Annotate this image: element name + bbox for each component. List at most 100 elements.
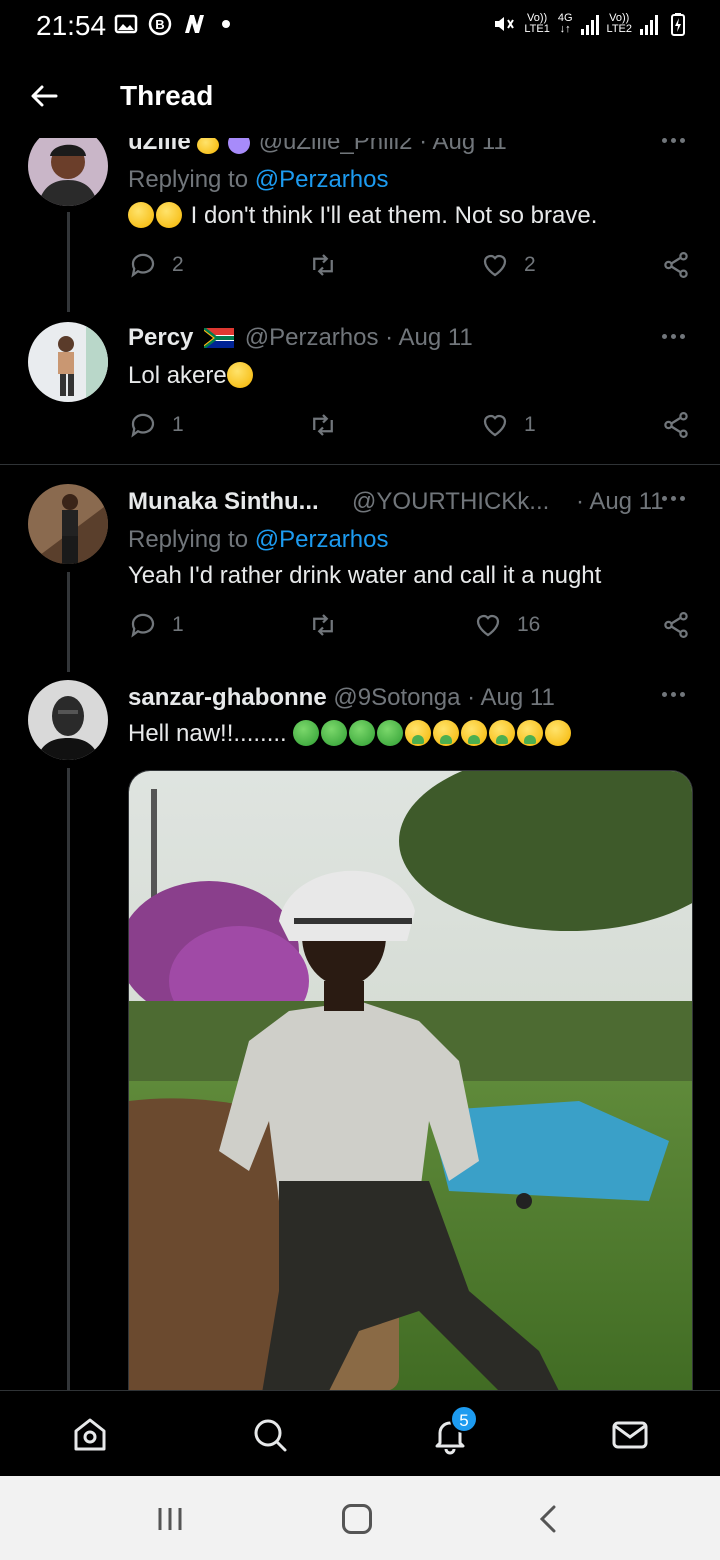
home-icon: [74, 1418, 106, 1451]
vomiting-face-emoji-icon: [489, 720, 516, 746]
signal2-icon: [640, 13, 658, 35]
notification-dot: [222, 20, 230, 28]
reply-icon: [131, 253, 155, 278]
like-button[interactable]: 1: [480, 410, 536, 440]
bee-emoji-icon: [197, 136, 220, 154]
heart-icon: [476, 614, 500, 637]
tab-messages[interactable]: [610, 1415, 650, 1455]
system-navigation-bar: [0, 1476, 720, 1560]
b-icon: B: [148, 12, 172, 36]
sneezing-face-emoji-icon: [545, 720, 572, 746]
replying-handle-link[interactable]: @Perzarhos: [255, 166, 389, 193]
reply-button[interactable]: 1: [128, 610, 184, 640]
reply-icon: [131, 613, 155, 638]
nauseated-face-emoji-icon: [377, 720, 404, 746]
tweet-actions: 2 2: [128, 250, 693, 284]
tweet-date: · Aug 11: [575, 488, 664, 515]
handle[interactable]: @Perzarhos: [245, 324, 379, 351]
share-icon: [664, 252, 688, 278]
sim1-label: Vo)) LTE1: [524, 12, 550, 35]
nauseated-face-emoji-icon: [349, 720, 376, 746]
avatar[interactable]: [28, 322, 108, 402]
tweet-header: Percy @Perzarhos · Aug 11: [128, 324, 473, 352]
thread-connector: [67, 212, 70, 312]
thread-connector: [67, 572, 70, 672]
tweet-text: Lol akere: [128, 362, 255, 390]
tweet-text: Hell naw!!........: [128, 720, 573, 748]
more-options-icon[interactable]: [662, 496, 690, 504]
heart-icon: [483, 414, 507, 437]
sim2-label: Vo)) LTE2: [606, 12, 632, 35]
home-button-icon[interactable]: [342, 1504, 372, 1534]
n-icon: [185, 15, 204, 33]
share-button[interactable]: [661, 610, 691, 640]
avatar[interactable]: [28, 126, 108, 206]
tab-search[interactable]: [250, 1415, 290, 1455]
south-africa-flag-icon: [204, 328, 235, 348]
retweet-icon: [313, 254, 333, 276]
battery-icon: [671, 13, 685, 36]
replying-handle-link[interactable]: @Perzarhos: [255, 526, 389, 553]
network-gen: 4G ↓↑: [557, 12, 573, 35]
replying-to: Replying to @Perzarhos: [128, 526, 389, 553]
retweet-icon: [313, 614, 333, 636]
more-options-icon[interactable]: [662, 138, 690, 146]
tweet-header: Munaka Sinthu... @YOURTHICKk... · Aug 11: [128, 488, 664, 516]
retweet-icon: [313, 414, 333, 436]
reply-button[interactable]: 2: [128, 250, 184, 280]
tab-home[interactable]: [70, 1415, 110, 1455]
thread-feed[interactable]: uZille @uZille_Phili2 · Aug 11 Replying …: [0, 120, 720, 1392]
bottom-tab-bar: [0, 1390, 720, 1476]
like-button[interactable]: 16: [473, 610, 540, 640]
status-bar: 21:54 B Vo)) LTE1 4G ↓↑ Vo)) LTE2: [0, 0, 720, 52]
back-button-icon[interactable]: [536, 1504, 560, 1534]
thread-divider: [0, 464, 720, 465]
like-button[interactable]: 2: [480, 250, 536, 280]
thread-connector: [67, 768, 70, 1392]
nauseated-face-emoji-icon: [293, 720, 320, 746]
mail-icon: [612, 1421, 648, 1449]
retweet-button[interactable]: [308, 610, 338, 640]
display-name[interactable]: sanzar-ghabonne: [128, 684, 327, 711]
vomiting-face-emoji-icon: [405, 720, 432, 746]
back-arrow-icon[interactable]: [28, 80, 60, 112]
heart-icon: [483, 254, 507, 277]
retweet-button[interactable]: [308, 410, 338, 440]
vomiting-face-emoji-icon: [517, 720, 544, 746]
tweet-actions: 1 16: [128, 610, 693, 644]
svg-text:B: B: [155, 17, 164, 32]
recent-apps-icon[interactable]: [155, 1506, 185, 1532]
tweet-text: Yeah I'd rather drink water and call it …: [128, 562, 602, 589]
vomiting-face-emoji-icon: [461, 720, 488, 746]
display-name[interactable]: Percy: [128, 324, 193, 351]
rofl-emoji-icon: [156, 202, 182, 228]
avatar[interactable]: [28, 680, 108, 760]
more-options-icon[interactable]: [662, 692, 690, 700]
status-time: 21:54: [36, 10, 107, 41]
more-options-icon[interactable]: [662, 334, 690, 342]
nauseated-face-emoji-icon: [321, 720, 348, 746]
rofl-emoji-icon: [226, 362, 253, 388]
notification-badge: 5: [450, 1405, 478, 1433]
share-icon: [664, 412, 688, 438]
handle[interactable]: @YOURTHICKk...: [352, 488, 549, 515]
avatar[interactable]: [28, 484, 108, 564]
mute-icon: [495, 17, 515, 31]
share-button[interactable]: [661, 410, 691, 440]
tweet-photo[interactable]: [128, 770, 693, 1392]
rofl-emoji-icon: [128, 202, 154, 228]
display-name[interactable]: Munaka Sinthu...: [128, 488, 319, 515]
share-button[interactable]: [661, 250, 691, 280]
share-icon: [664, 612, 688, 638]
vomiting-face-emoji-icon: [433, 720, 460, 746]
thread-header: Thread: [0, 52, 720, 138]
page-title: Thread: [120, 80, 214, 111]
image-icon: [114, 14, 138, 34]
tweet-header: sanzar-ghabonne @9Sotonga · Aug 11: [128, 684, 555, 712]
tweet-text: I don't think I'll eat them. Not so brav…: [128, 202, 597, 230]
handle[interactable]: @9Sotonga: [333, 684, 460, 711]
replying-to: Replying to @Perzarhos: [128, 166, 389, 193]
tweet-date: · Aug 11: [467, 684, 555, 711]
retweet-button[interactable]: [308, 250, 338, 280]
reply-button[interactable]: 1: [128, 410, 184, 440]
